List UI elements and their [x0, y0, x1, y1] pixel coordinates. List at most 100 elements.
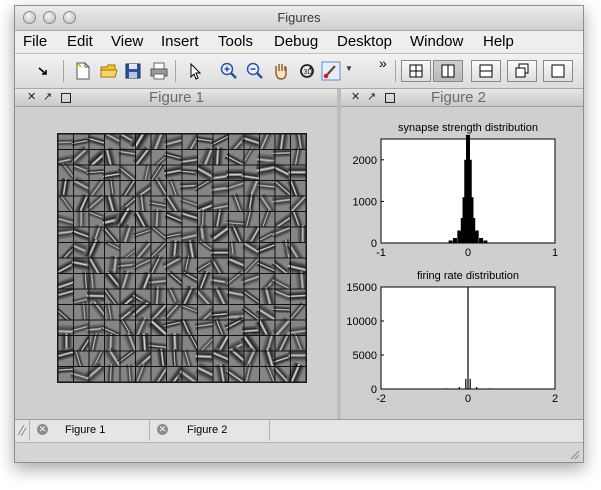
print-icon[interactable]	[149, 61, 169, 81]
tab-grip[interactable]	[15, 420, 30, 441]
pointer-icon[interactable]	[185, 61, 205, 81]
receptive-field-tile	[86, 134, 107, 149]
histogram-bar	[476, 386, 478, 389]
receptive-field-tile	[288, 193, 306, 214]
receptive-field-tile	[195, 320, 215, 335]
histogram-bar	[467, 287, 469, 389]
layout-float-icon	[515, 63, 529, 78]
open-folder-icon[interactable]	[99, 61, 119, 81]
x-tick-label: -1	[376, 247, 386, 259]
layout-maximize-button[interactable]	[543, 60, 573, 82]
receptive-field-tile	[257, 181, 277, 196]
histogram-1: synapse strength distribution-1 0 10100020…	[353, 122, 559, 259]
figure2-area: synapse strength distribution -1 0 1 0 1000 20…	[341, 107, 583, 419]
tab-figure1[interactable]: ✕ Figure 1	[29, 420, 150, 441]
menu-tools[interactable]: Tools	[218, 33, 253, 50]
histogram-bar	[471, 218, 476, 243]
layout-float-button[interactable]	[507, 60, 537, 82]
maximize-icon[interactable]	[385, 93, 395, 103]
receptive-field-tile	[86, 193, 106, 212]
receptive-field-tile	[291, 332, 306, 353]
receptive-field-tile	[210, 134, 230, 149]
receptive-field-tile	[102, 288, 120, 308]
histogram-bar	[458, 386, 460, 389]
histogram-bar	[474, 230, 479, 243]
toolbar-overflow-icon[interactable]: »	[379, 55, 387, 71]
x-tick-label: 1	[552, 247, 558, 259]
layout-left-right-icon	[441, 64, 455, 78]
layout-top-bottom-button[interactable]	[471, 60, 501, 82]
dock-arrow-icon[interactable]	[33, 61, 53, 81]
zoom-out-icon[interactable]	[245, 61, 265, 81]
receptive-field-tile	[119, 318, 135, 338]
receptive-field-tile	[118, 147, 139, 165]
histogram-bar	[465, 378, 467, 389]
x-tick-label: -2	[376, 393, 386, 405]
chart-title: synapse strength distribution	[398, 122, 538, 134]
receptive-field-tile	[164, 150, 185, 165]
menu-desktop[interactable]: Desktop	[337, 33, 392, 50]
receptive-field-tile	[103, 193, 120, 215]
receptive-field-tile	[194, 162, 217, 183]
x-tick-label: 0	[465, 393, 471, 405]
receptive-field-tile	[117, 164, 137, 183]
histogram-bar	[489, 388, 491, 389]
receptive-field-tile	[74, 210, 89, 230]
receptive-field-tile	[58, 212, 76, 228]
histogram-bar	[469, 378, 471, 389]
receptive-field-tile	[136, 194, 151, 214]
menu-debug[interactable]: Debug	[274, 33, 318, 50]
receptive-field-tile	[242, 320, 262, 337]
tab-figure2[interactable]: ✕ Figure 2	[149, 420, 270, 441]
y-tick-label: 5000	[353, 350, 377, 362]
receptive-field-tile	[88, 178, 106, 199]
tab-figure1-label: Figure 1	[65, 424, 106, 436]
receptive-field-tile	[288, 301, 306, 321]
receptive-field-tile	[180, 150, 201, 167]
receptive-field-tile	[163, 134, 185, 150]
rotate-3d-icon[interactable]: 3D	[297, 61, 317, 81]
brush-icon[interactable]	[321, 61, 341, 81]
close-icon[interactable]: ✕	[351, 90, 360, 103]
figure-tab-bar: ✕ Figure 1 ✕ Figure 2	[15, 419, 583, 442]
x-tick-label: 2	[552, 393, 558, 405]
histogram-bar	[479, 238, 484, 243]
receptive-field-tile	[260, 286, 277, 308]
receptive-field-tile	[73, 349, 89, 370]
close-icon[interactable]: ✕	[27, 90, 36, 103]
menu-file[interactable]: File	[23, 33, 47, 50]
zoom-in-icon[interactable]	[219, 61, 239, 81]
menu-help[interactable]: Help	[483, 33, 514, 50]
title-bar: Figures	[15, 6, 583, 31]
undock-icon[interactable]: ↗	[367, 90, 376, 103]
new-figure-icon[interactable]	[73, 61, 93, 81]
pan-hand-icon[interactable]	[271, 61, 291, 81]
figure2-header: ✕ ↗ Figure 2	[341, 89, 583, 107]
y-tick-label: 0	[371, 384, 377, 396]
layout-left-right-button[interactable]	[433, 60, 463, 82]
resize-grip-icon[interactable]	[568, 448, 580, 460]
save-icon[interactable]	[123, 61, 143, 81]
menu-edit[interactable]: Edit	[67, 33, 93, 50]
receptive-field-tile	[89, 332, 104, 353]
receptive-field-tile	[272, 351, 293, 367]
status-bar	[15, 442, 583, 462]
close-tab-icon[interactable]: ✕	[157, 424, 168, 435]
receptive-field-tile	[133, 240, 154, 262]
menu-view[interactable]: View	[111, 33, 143, 50]
receptive-field-tile	[71, 256, 93, 273]
receptive-field-tile	[229, 193, 245, 214]
receptive-field-tile	[166, 286, 182, 307]
menu-insert[interactable]: Insert	[161, 33, 199, 50]
receptive-field-tile	[291, 271, 306, 292]
menu-window[interactable]: Window	[410, 33, 463, 50]
receptive-field-tile	[58, 193, 75, 213]
layout-grid-icon	[409, 64, 423, 78]
receptive-field-tile	[275, 239, 294, 260]
receptive-field-tile	[274, 333, 292, 355]
layout-grid-button[interactable]	[401, 60, 431, 82]
chevron-down-icon[interactable]: ▼	[345, 64, 353, 73]
maximize-icon[interactable]	[61, 93, 71, 103]
close-tab-icon[interactable]: ✕	[37, 424, 48, 435]
undock-icon[interactable]: ↗	[43, 90, 52, 103]
